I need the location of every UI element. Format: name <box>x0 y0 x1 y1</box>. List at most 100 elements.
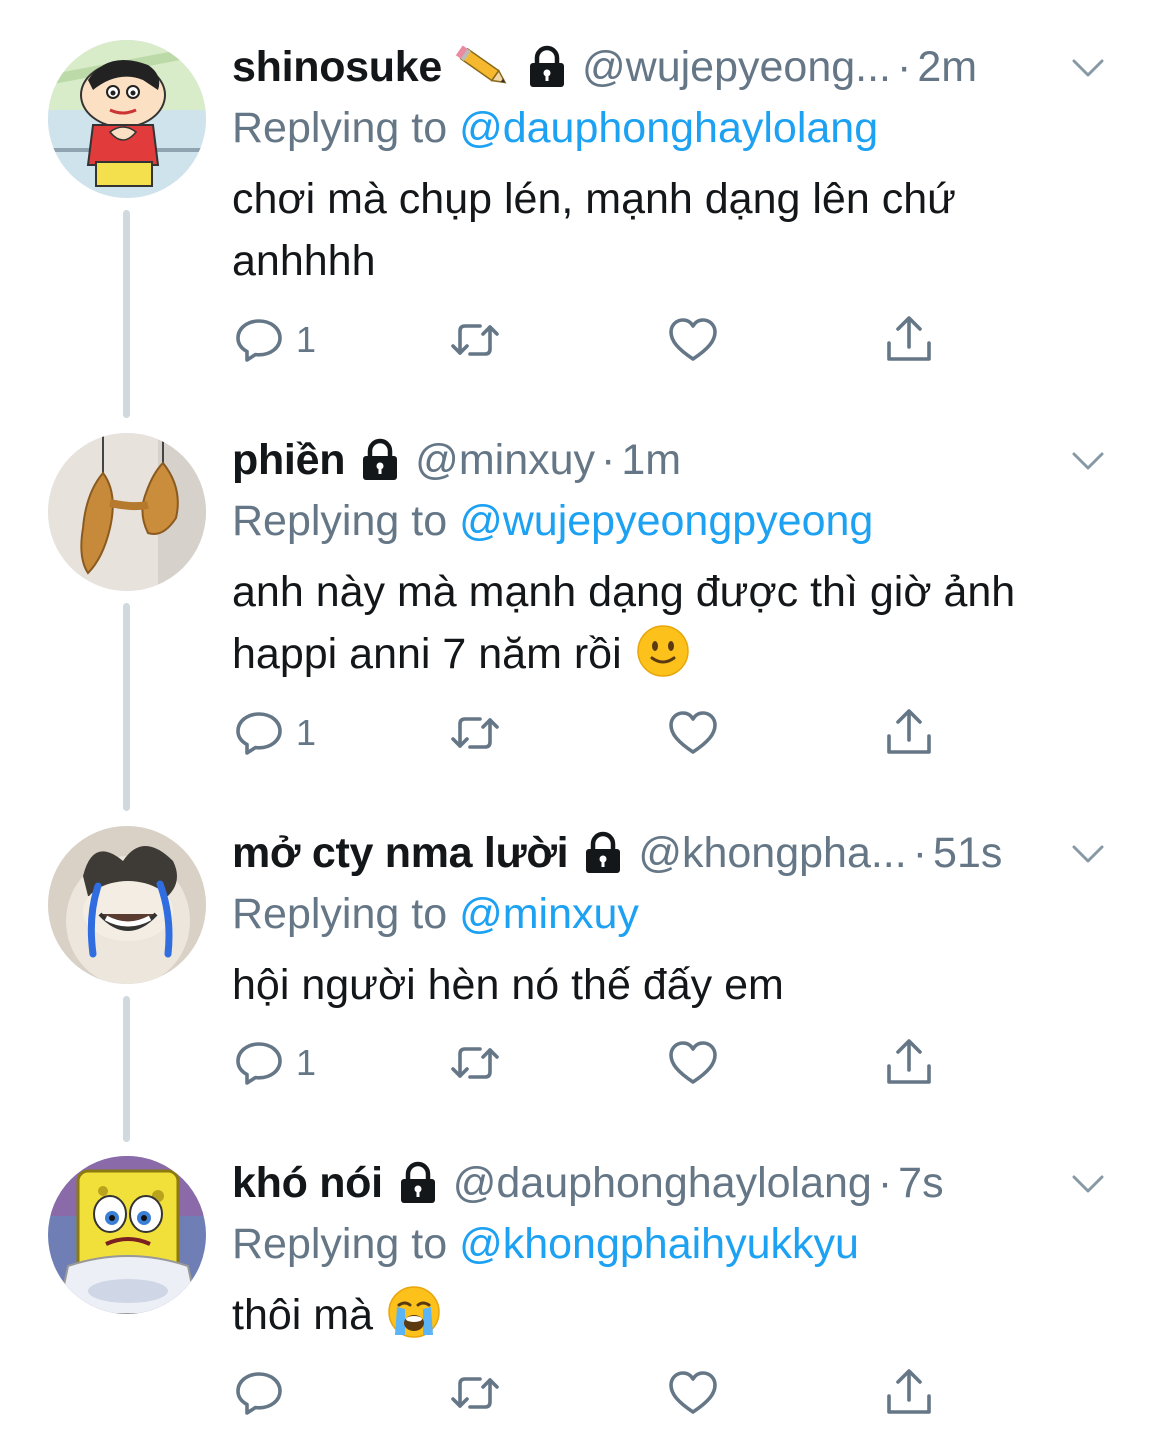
crying-cat-avatar[interactable] <box>48 826 206 984</box>
tweet-header: khó nói @dauphonghaylolang · 7s <box>232 1160 1132 1206</box>
timestamp[interactable]: 7s <box>898 1160 943 1206</box>
heart-icon <box>666 313 720 367</box>
separator-dot: · <box>877 1159 893 1207</box>
share-icon <box>882 1036 936 1090</box>
reply-icon <box>232 1366 286 1420</box>
separator-dot: · <box>912 829 928 877</box>
replying-to-label: Replying to <box>232 104 460 152</box>
like-button[interactable] <box>666 313 720 367</box>
chevron-down-icon[interactable] <box>1068 441 1108 481</box>
tweet-actions <box>232 1366 952 1420</box>
tweet-body: chơi mà chụp lén, mạnh dạng lên chứ anhh… <box>232 175 956 285</box>
tweet-content: mở cty nma lười @khongpha... · 51s Reply… <box>232 826 1132 1016</box>
heart-icon <box>666 706 720 760</box>
user-handle[interactable]: @khongpha... <box>638 830 906 876</box>
replying-to-label: Replying to <box>232 890 460 938</box>
share-icon <box>882 313 936 367</box>
like-button[interactable] <box>666 706 720 760</box>
retweet-icon <box>448 706 502 760</box>
replying-to-link[interactable]: @wujepyeongpyeong <box>459 497 873 545</box>
retweet-button[interactable] <box>448 1366 502 1420</box>
share-icon <box>882 1366 936 1420</box>
replying-to-link[interactable]: @minxuy <box>459 890 639 938</box>
replying-to-label: Replying to <box>232 1220 460 1268</box>
separator-dot: · <box>896 43 912 91</box>
share-button[interactable] <box>882 706 936 760</box>
thread-line <box>123 603 130 811</box>
display-name[interactable]: mở cty nma lười <box>232 830 569 876</box>
replying-to-row: Replying to @dauphonghaylolang <box>232 104 1132 152</box>
share-button[interactable] <box>882 1036 936 1090</box>
thread-line <box>123 210 130 418</box>
retweet-button[interactable] <box>448 706 502 760</box>
replying-to-link[interactable]: @khongphaihyukkyu <box>459 1220 859 1268</box>
retweet-button[interactable] <box>448 313 502 367</box>
tweet-content: shinosuke @wujepyeong... · 2m Replying t… <box>232 40 1132 292</box>
share-icon <box>882 706 936 760</box>
tweet-text: hội người hèn nó thế đấy em <box>232 954 1102 1016</box>
lock-icon <box>397 1160 439 1206</box>
retweet-button[interactable] <box>448 1036 502 1090</box>
retweet-icon <box>448 313 502 367</box>
hanging-chickens-avatar[interactable] <box>48 433 206 591</box>
reply-count: 1 <box>296 712 317 753</box>
cartoon-boy-avatar[interactable] <box>48 40 206 198</box>
chevron-down-icon[interactable] <box>1068 1164 1108 1204</box>
display-name[interactable]: khó nói <box>232 1160 383 1206</box>
thread-line <box>123 996 130 1142</box>
reply-thread: shinosuke @wujepyeong... · 2m Replying t… <box>0 0 1170 1445</box>
timestamp[interactable]: 51s <box>933 830 1002 876</box>
loudly-crying-face-emoji <box>387 1285 441 1339</box>
pencil-emoji <box>454 44 512 90</box>
replying-to-row: Replying to @wujepyeongpyeong <box>232 497 1132 545</box>
tweet-body: thôi mà <box>232 1291 374 1339</box>
retweet-icon <box>448 1366 502 1420</box>
reply-button[interactable]: 1 <box>232 706 316 760</box>
slightly-smiling-face-emoji <box>636 624 690 678</box>
user-handle[interactable]: @wujepyeong... <box>582 44 891 90</box>
tweet-body: anh này mà mạnh dạng được thì giờ ảnh ha… <box>232 568 1016 678</box>
replying-to-row: Replying to @khongphaihyukkyu <box>232 1220 1132 1268</box>
like-button[interactable] <box>666 1036 720 1090</box>
reply-button[interactable]: 1 <box>232 1036 316 1090</box>
tweet-content: phiền @minxuy · 1m Replying to @wujepyeo… <box>232 433 1132 685</box>
heart-icon <box>666 1036 720 1090</box>
reply-icon <box>232 1036 286 1090</box>
separator-dot: · <box>601 436 616 484</box>
tweet-actions: 1 <box>232 313 952 367</box>
replying-to-link[interactable]: @dauphonghaylolang <box>459 104 878 152</box>
display-name[interactable]: shinosuke <box>232 44 442 90</box>
tweet-actions: 1 <box>232 706 952 760</box>
retweet-icon <box>448 1036 502 1090</box>
chevron-down-icon[interactable] <box>1068 834 1108 874</box>
share-button[interactable] <box>882 313 936 367</box>
tweet-text: thôi mà <box>232 1284 1102 1346</box>
tweet-header: shinosuke @wujepyeong... · 2m <box>232 44 1132 90</box>
timestamp[interactable]: 1m <box>621 437 681 483</box>
share-button[interactable] <box>882 1366 936 1420</box>
like-button[interactable] <box>666 1366 720 1420</box>
user-handle[interactable]: @minxuy <box>415 437 595 483</box>
reply-button[interactable]: 1 <box>232 313 316 367</box>
tweet-text: chơi mà chụp lén, mạnh dạng lên chứ anhh… <box>232 168 1102 292</box>
user-handle[interactable]: @dauphonghaylolang <box>453 1160 872 1206</box>
tweet-text: anh này mà mạnh dạng được thì giờ ảnh ha… <box>232 561 1102 685</box>
tweet-header: phiền @minxuy · 1m <box>232 437 1132 483</box>
heart-icon <box>666 1366 720 1420</box>
reply-icon <box>232 706 286 760</box>
replying-to-label: Replying to <box>232 497 460 545</box>
lock-icon <box>526 44 568 90</box>
reply-button[interactable] <box>232 1366 296 1420</box>
tweet-content: khó nói @dauphonghaylolang · 7s Replying… <box>232 1156 1132 1346</box>
chevron-down-icon[interactable] <box>1068 48 1108 88</box>
tweet-actions: 1 <box>232 1036 952 1090</box>
display-name[interactable]: phiền <box>232 437 345 483</box>
reply-icon <box>232 313 286 367</box>
tweet-body: hội người hèn nó thế đấy em <box>232 961 784 1009</box>
lock-icon <box>582 830 624 876</box>
reply-count: 1 <box>296 319 317 360</box>
timestamp[interactable]: 2m <box>917 44 977 90</box>
crying-sponge-avatar[interactable] <box>48 1156 206 1314</box>
tweet-header: mở cty nma lười @khongpha... · 51s <box>232 830 1132 876</box>
reply-count: 1 <box>296 1042 317 1083</box>
